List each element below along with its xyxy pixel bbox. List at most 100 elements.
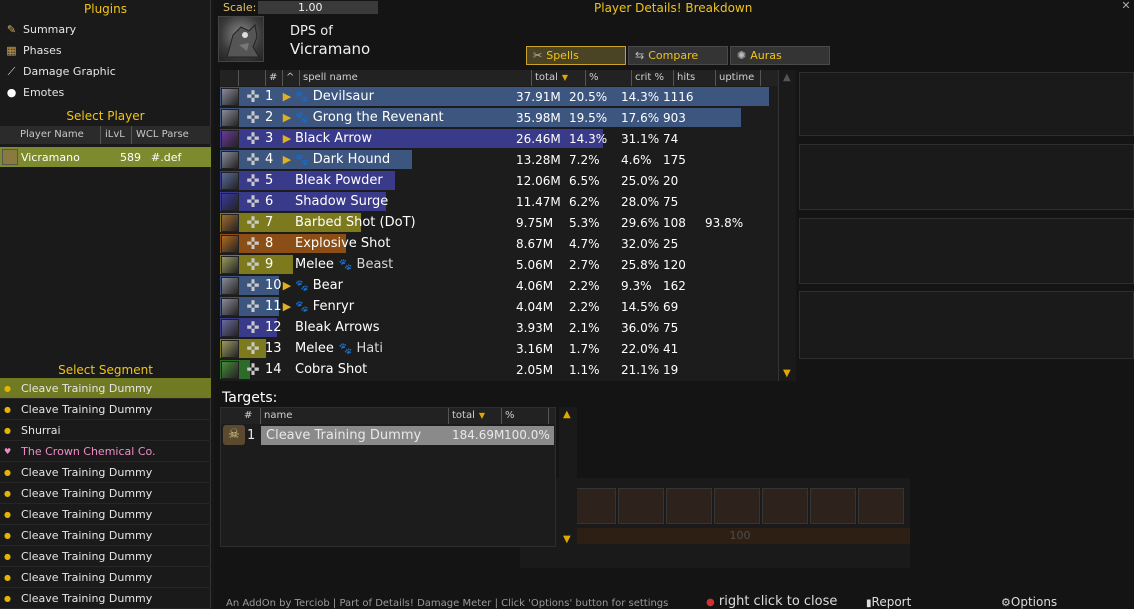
segment-item[interactable]: ● Cleave Training Dummy: [0, 504, 211, 525]
chart-icon: ⟋: [7, 65, 16, 78]
add-compare-icon[interactable]: ✜: [241, 129, 265, 148]
target-percent: 100.0%: [504, 428, 550, 442]
spell-name: Shadow Surge: [295, 194, 389, 209]
spell-icon: [221, 213, 239, 232]
spell-row[interactable]: ✜ 14 Cobra Shot 2.05M 1.1% 21.1% 19: [220, 359, 778, 380]
column-header-spell-name[interactable]: spell name: [300, 70, 532, 86]
column-header-name[interactable]: name: [261, 408, 449, 424]
segment-item[interactable]: ♥ The Crown Chemical Co.: [0, 441, 211, 462]
add-compare-icon[interactable]: ✜: [241, 297, 265, 316]
segment-item[interactable]: ● Cleave Training Dummy: [0, 546, 211, 567]
spell-row[interactable]: ✜ 2 ▶ 🐾 Grong the Revenant 35.98M 19.5% 17.6% 90…: [220, 107, 778, 128]
column-header-index[interactable]: #: [266, 70, 283, 86]
spell-crit: 9.3%: [621, 278, 652, 293]
plugin-phases[interactable]: ▦ Phases: [0, 40, 211, 61]
spell-hits: 903: [663, 110, 686, 125]
segment-item[interactable]: ● Cleave Training Dummy: [0, 462, 211, 483]
spell-crit: 28.0%: [621, 194, 660, 209]
add-compare-icon[interactable]: ✜: [241, 213, 265, 232]
segment-item[interactable]: ● Cleave Training Dummy: [0, 588, 211, 609]
column-header-total[interactable]: total ▼: [449, 408, 502, 424]
spell-name-cell: Bleak Arrows: [295, 320, 516, 335]
scroll-down-icon[interactable]: ▼: [783, 368, 791, 379]
column-header[interactable]: iLvL: [101, 126, 132, 144]
scroll-down-icon[interactable]: ▼: [563, 534, 571, 545]
expand-arrow-icon[interactable]: ▶: [279, 111, 295, 124]
expand-arrow-icon[interactable]: ▶: [279, 153, 295, 166]
options-button[interactable]: ⚙Options: [1001, 595, 1057, 609]
spell-row[interactable]: ✜ 9 Melee 🐾 Beast 5.06M 2.7% 25.8% 120: [220, 254, 778, 275]
segment-item[interactable]: ● Cleave Training Dummy: [0, 399, 211, 420]
column-header-caret[interactable]: ^: [283, 70, 300, 86]
column-header[interactable]: Player Name: [0, 126, 101, 144]
plugin-label: Damage Graphic: [23, 65, 116, 78]
spell-row[interactable]: ✜ 11 ▶ 🐾 Fenryr 4.04M 2.2% 14.5% 69: [220, 296, 778, 317]
spell-row[interactable]: ✜ 1 ▶ 🐾 Devilsaur 37.91M 20.5% 14.3% 1116: [220, 86, 778, 107]
add-compare-icon[interactable]: ✜: [241, 234, 265, 253]
tab-spells[interactable]: ✂ Spells: [526, 46, 626, 65]
gear-icon: ⚙: [1001, 596, 1011, 609]
segment-item[interactable]: ● Cleave Training Dummy: [0, 483, 211, 504]
segment-item[interactable]: ● Cleave Training Dummy: [0, 525, 211, 546]
add-compare-icon[interactable]: ✜: [241, 171, 265, 190]
segment-item[interactable]: ● Cleave Training Dummy: [0, 567, 211, 588]
tab-auras[interactable]: ✺ Auras: [730, 46, 830, 65]
column-header-icon: [220, 70, 239, 86]
close-button[interactable]: ✕: [1120, 0, 1132, 12]
scale-slider[interactable]: 1.00: [258, 1, 378, 14]
background-overlay: 100: [520, 478, 910, 568]
add-compare-icon[interactable]: ✜: [241, 150, 265, 169]
segment-item[interactable]: ● Cleave Training Dummy: [0, 378, 211, 399]
expand-arrow-icon[interactable]: ▶: [279, 300, 295, 313]
targets-table-header: # name total ▼ %: [221, 408, 555, 424]
add-compare-icon[interactable]: ✜: [241, 276, 265, 295]
column-header-total[interactable]: total ▼: [532, 70, 586, 86]
add-compare-icon[interactable]: ✜: [241, 255, 265, 274]
tab-compare[interactable]: ⇆ Compare: [628, 46, 728, 65]
spell-row[interactable]: ✜ 8 Explosive Shot 8.67M 4.7% 32.0% 25: [220, 233, 778, 254]
add-compare-icon[interactable]: ✜: [241, 108, 265, 127]
expand-arrow-icon[interactable]: ▶: [279, 279, 295, 292]
column-header-index[interactable]: #: [241, 408, 261, 424]
player-row[interactable]: Vicramano 589 #.def: [0, 147, 211, 167]
ability-slot: [762, 488, 808, 524]
spell-index: 11: [265, 299, 282, 314]
spell-hits: 19: [663, 362, 679, 377]
spell-total: 12.06M: [516, 173, 561, 188]
segment-item[interactable]: ● Shurrai: [0, 420, 211, 441]
expand-arrow-icon[interactable]: ▶: [279, 90, 295, 103]
column-header[interactable]: WCL Parse: [132, 126, 211, 144]
map-icon: ▦: [6, 44, 17, 57]
spell-row[interactable]: ✜ 3 ▶ Black Arrow 26.46M 14.3% 31.1% 74: [220, 128, 778, 149]
spell-row[interactable]: ✜ 6 Shadow Surge 11.47M 6.2% 28.0% 75: [220, 191, 778, 212]
column-header-percent[interactable]: %: [586, 70, 632, 86]
spell-hits: 25: [663, 236, 679, 251]
plugin-emotes[interactable]: ● Emotes: [0, 82, 211, 103]
spell-row[interactable]: ✜ 5 Bleak Powder 12.06M 6.5% 25.0% 20: [220, 170, 778, 191]
scroll-up-icon[interactable]: ▲: [563, 409, 571, 420]
column-header-percent[interactable]: %: [502, 408, 549, 424]
portrait-icon: [226, 23, 260, 58]
add-compare-icon[interactable]: ✜: [241, 318, 265, 337]
add-compare-icon[interactable]: ✜: [241, 339, 265, 358]
plugin-damage-graphic[interactable]: ⟋ Damage Graphic: [0, 61, 211, 82]
scroll-up-icon[interactable]: ▲: [783, 72, 791, 83]
spell-row[interactable]: ✜ 13 Melee 🐾 Hati 3.16M 1.7% 22.0% 41: [220, 338, 778, 359]
add-compare-icon[interactable]: ✜: [241, 360, 265, 379]
expand-arrow-icon[interactable]: ▶: [279, 132, 295, 145]
column-header-hits[interactable]: hits: [674, 70, 716, 86]
add-compare-icon[interactable]: ✜: [241, 192, 265, 211]
spell-row[interactable]: ✜ 10 ▶ 🐾 Bear 4.06M 2.2% 9.3% 162: [220, 275, 778, 296]
column-header-crit[interactable]: crit %: [632, 70, 674, 86]
spell-total: 4.04M: [516, 299, 554, 314]
spell-row[interactable]: ✜ 12 Bleak Arrows 3.93M 2.1% 36.0% 75: [220, 317, 778, 338]
spell-row[interactable]: ✜ 7 Barbed Shot (DoT) 9.75M 5.3% 29.6% 108 93.8…: [220, 212, 778, 233]
plugin-summary[interactable]: ✎ Summary: [0, 19, 211, 40]
report-button[interactable]: ▮Report: [866, 595, 911, 609]
targets-scrollbar[interactable]: ▲ ▼: [559, 407, 577, 547]
column-header-uptime[interactable]: uptime: [716, 70, 761, 86]
add-compare-icon[interactable]: ✜: [241, 87, 265, 106]
spell-scrollbar[interactable]: ▲ ▼: [778, 70, 796, 381]
target-row[interactable]: ☠ 1 Cleave Training Dummy 184.69M 100.0%: [221, 425, 555, 445]
spell-row[interactable]: ✜ 4 ▶ 🐾 Dark Hound 13.28M 7.2% 4.6% 175: [220, 149, 778, 170]
